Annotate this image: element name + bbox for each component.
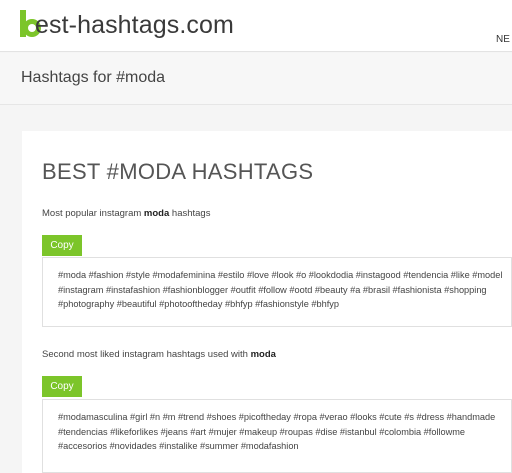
section1-caption: Most popular instagram moda hashtags [42, 208, 210, 219]
content-panel: BEST #MODA HASHTAGS Most popular instagr… [22, 131, 512, 473]
copy-button-1[interactable]: Copy [42, 235, 82, 256]
section2-caption: Second most liked instagram hashtags use… [42, 349, 276, 360]
hashtag-box-2[interactable]: #modamasculina #girl #n #m #trend #shoes… [42, 399, 512, 473]
hashtag-line: #instagram #instafashion #fashionblogger… [58, 284, 487, 295]
section1-caption-suffix: hashtags [169, 208, 211, 219]
section2-caption-keyword: moda [250, 349, 276, 360]
hashtag-line: #moda #fashion #style #modafeminina #est… [58, 270, 503, 280]
copy-button-2[interactable]: Copy [42, 376, 82, 397]
page-title: Hashtags for #moda [21, 69, 166, 86]
hashtag-box-1[interactable]: #moda #fashion #style #modafeminina #est… [42, 257, 512, 327]
hashtag-line: #tendencias #likeforlikes #jeans #art #m… [58, 426, 466, 437]
logo-text: est-hashtags.com [35, 11, 234, 39]
section1-caption-prefix: Most popular instagram [42, 208, 144, 219]
hashtag-line: #photography #beautiful #photooftheday #… [58, 299, 339, 309]
page-header: Hashtags for #moda [0, 53, 512, 105]
hashtag-line: #accesorios #novidades #instalike #summe… [58, 441, 299, 451]
top-navbar: est-hashtags.com NE [0, 0, 512, 52]
main-heading: BEST #MODA HASHTAGS [42, 159, 314, 184]
nav-item-new[interactable]: NE [496, 34, 510, 45]
section2-caption-prefix: Second most liked instagram hashtags use… [42, 349, 251, 360]
hashtag-line: #modamasculina #girl #n #m #trend #shoes… [58, 412, 496, 422]
section1-caption-keyword: moda [143, 208, 170, 219]
